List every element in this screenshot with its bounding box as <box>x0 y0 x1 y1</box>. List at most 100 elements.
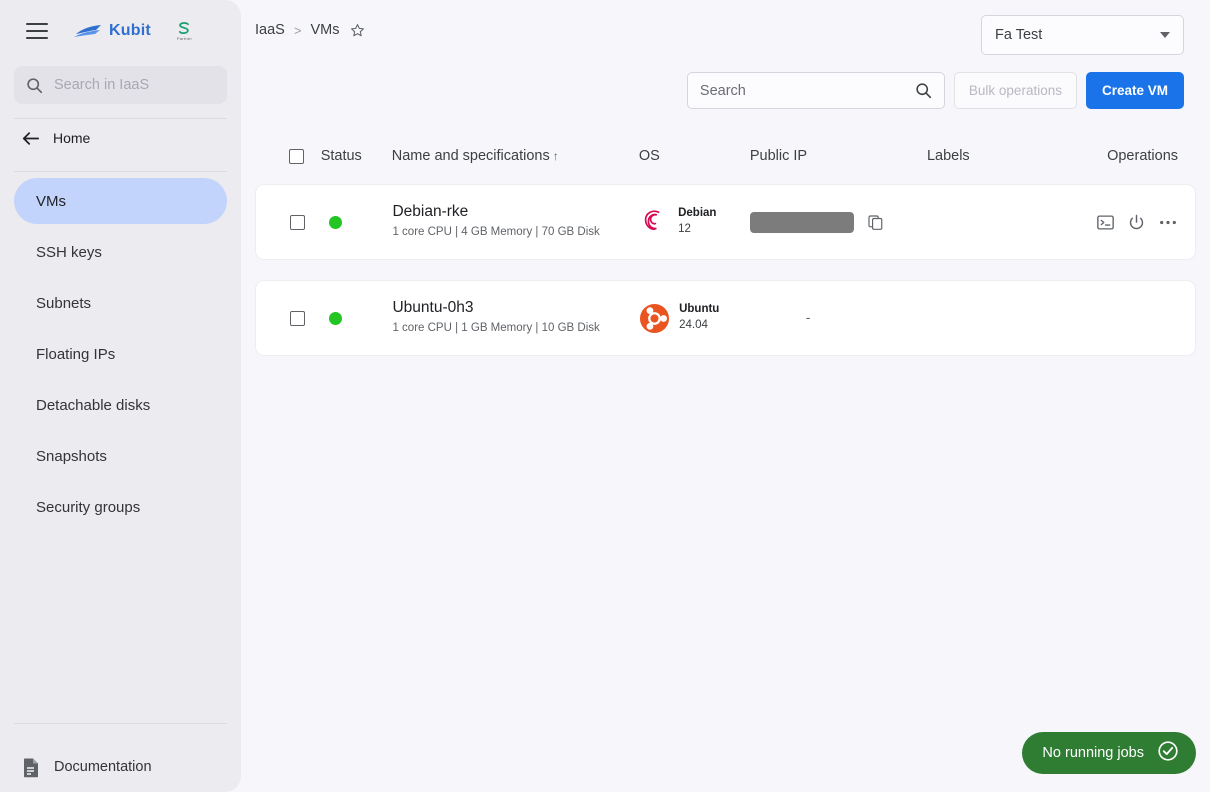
hamburger-icon[interactable] <box>26 23 48 39</box>
sidebar-item-floating-ips[interactable]: Floating IPs <box>14 331 227 377</box>
column-header-os: OS <box>638 148 660 164</box>
main-content: IaaS > VMs Fa Test Search Bulk operation… <box>241 0 1210 792</box>
vm-specs: 1 core CPU | 1 GB Memory | 10 GB Disk <box>392 322 600 335</box>
row-checkbox-cell <box>274 310 321 326</box>
search-input[interactable]: Search <box>686 72 945 109</box>
top-bar: IaaS > VMs Fa Test <box>241 0 1210 70</box>
create-vm-button[interactable]: Create VM <box>1085 72 1184 109</box>
jobs-label: No running jobs <box>1042 745 1144 761</box>
sidebar-item-home[interactable]: Home <box>0 119 241 157</box>
breadcrumb-separator: > <box>293 22 302 38</box>
sidebar-item-label: Security groups <box>36 498 141 516</box>
table-row[interactable]: Ubuntu-0h3 1 core CPU | 1 GB Memory | 10… <box>255 280 1196 356</box>
vm-specs: 1 core CPU | 4 GB Memory | 70 GB Disk <box>392 226 600 239</box>
sidebar-footer: Documentation <box>0 723 241 792</box>
sidebar-item-label: Detachable disks <box>36 396 151 414</box>
public-ip-cell <box>749 211 927 233</box>
sidebar-item-label: Subnets <box>36 294 92 312</box>
os-text: Debian 12 <box>678 206 716 237</box>
sidebar-item-vms[interactable]: VMs <box>14 178 227 224</box>
vm-name[interactable]: Debian-rke <box>392 203 639 221</box>
public-ip-cell: - <box>750 309 927 327</box>
brand-logo[interactable]: Kubit <box>74 22 151 40</box>
sidebar-item-detachable-disks[interactable]: Detachable disks <box>14 382 227 428</box>
sidebar-nav: VMs SSH keys Subnets Floating IPs Detach… <box>0 172 241 535</box>
sidebar-item-label: VMs <box>36 192 66 210</box>
column-header-public-ip: Public IP <box>749 148 808 164</box>
chevron-down-icon <box>1160 32 1170 38</box>
sidebar-item-label: Snapshots <box>36 447 107 465</box>
os-version: 12 <box>678 223 691 235</box>
star-outline-icon[interactable] <box>350 23 365 38</box>
console-icon[interactable] <box>1097 214 1114 230</box>
row-checkbox-cell <box>274 214 321 230</box>
bulk-operations-button[interactable]: Bulk operations <box>953 72 1077 109</box>
more-options-icon[interactable] <box>1159 220 1177 225</box>
public-ip-value: - <box>805 309 811 325</box>
ubuntu-circle-of-friends-icon <box>640 303 670 333</box>
sidebar-item-subnets[interactable]: Subnets <box>14 280 227 326</box>
tenant-value: Fa Test <box>995 27 1043 43</box>
breadcrumb-root[interactable]: IaaS <box>255 22 285 38</box>
kubit-boat-logo <box>74 25 101 37</box>
os-cell: Ubuntu 24.04 <box>639 302 750 333</box>
row-checkbox[interactable] <box>289 214 305 230</box>
os-version: 24.04 <box>679 319 708 331</box>
sidebar-item-label: SSH keys <box>36 243 102 261</box>
check-circle-icon <box>1157 740 1179 767</box>
status-badge <box>328 311 342 325</box>
operations-cell <box>1041 214 1177 231</box>
search-input[interactable]: Search in IaaS <box>14 66 227 104</box>
sort-ascending-icon: ↑ <box>552 149 559 163</box>
documentation-label: Documentation <box>54 759 152 775</box>
sidebar-item-label: Floating IPs <box>36 345 116 363</box>
public-ip-redacted <box>749 211 854 233</box>
vm-name[interactable]: Ubuntu-0h3 <box>392 299 639 317</box>
create-vm-label: Create VM <box>1101 83 1168 98</box>
sidebar-item-ssh-keys[interactable]: SSH keys <box>14 229 227 275</box>
column-header-status: Status <box>320 148 362 164</box>
breadcrumb: IaaS > VMs <box>255 22 365 38</box>
select-all-checkbox[interactable] <box>288 148 304 164</box>
sidebar: Kubit Partner Search in IaaS Home VMs SS… <box>0 0 241 792</box>
status-cell <box>321 311 393 325</box>
table-header-row: Status Name and specifications ↑ OS Publi… <box>255 128 1196 184</box>
bulk-operations-label: Bulk operations <box>968 83 1062 98</box>
sidebar-search-placeholder: Search in IaaS <box>54 77 150 93</box>
os-cell: Debian 12 <box>639 206 750 238</box>
column-header-name[interactable]: Name and specifications ↑ <box>392 148 639 164</box>
action-bar: Search Bulk operations Create VM <box>686 72 1184 109</box>
sidebar-item-documentation[interactable]: Documentation <box>0 724 241 792</box>
column-header-name-label: Name and specifications <box>391 148 550 164</box>
os-text: Ubuntu 24.04 <box>679 302 719 333</box>
status-badge <box>328 215 342 229</box>
debian-swirl-icon <box>644 210 660 230</box>
search-placeholder: Search <box>699 82 746 99</box>
os-name: Ubuntu <box>679 303 720 316</box>
copy-icon[interactable] <box>868 214 883 230</box>
power-icon[interactable] <box>1128 214 1145 231</box>
app-root: Kubit Partner Search in IaaS Home VMs SS… <box>0 0 1210 792</box>
tenant-selector[interactable]: Fa Test <box>981 15 1184 55</box>
brand-name: Kubit <box>109 22 151 39</box>
name-cell: Ubuntu-0h3 1 core CPU | 1 GB Memory | 10… <box>392 299 639 336</box>
name-cell: Debian-rke 1 core CPU | 4 GB Memory | 70… <box>392 203 639 240</box>
arrow-left-icon <box>22 131 40 145</box>
sidebar-header: Kubit Partner <box>0 0 241 62</box>
select-all-checkbox-cell <box>273 148 320 164</box>
document-icon <box>24 758 38 777</box>
sidebar-item-snapshots[interactable]: Snapshots <box>14 433 227 479</box>
row-checkbox[interactable] <box>289 310 305 326</box>
breadcrumb-current[interactable]: VMs <box>310 22 339 38</box>
running-jobs-badge[interactable]: No running jobs <box>1022 732 1196 774</box>
column-header-operations: Operations <box>1107 148 1179 164</box>
vm-table: Status Name and specifications ↑ OS Publi… <box>255 128 1196 376</box>
partner-logo: Partner <box>177 21 192 41</box>
search-icon <box>916 83 931 99</box>
partner-sub: Partner <box>176 36 193 41</box>
sidebar-home-label: Home <box>53 130 91 146</box>
os-name: Debian <box>678 207 717 220</box>
sidebar-item-security-groups[interactable]: Security groups <box>14 484 227 530</box>
column-header-labels: Labels <box>926 148 970 164</box>
table-row[interactable]: Debian-rke 1 core CPU | 4 GB Memory | 70… <box>255 184 1196 260</box>
